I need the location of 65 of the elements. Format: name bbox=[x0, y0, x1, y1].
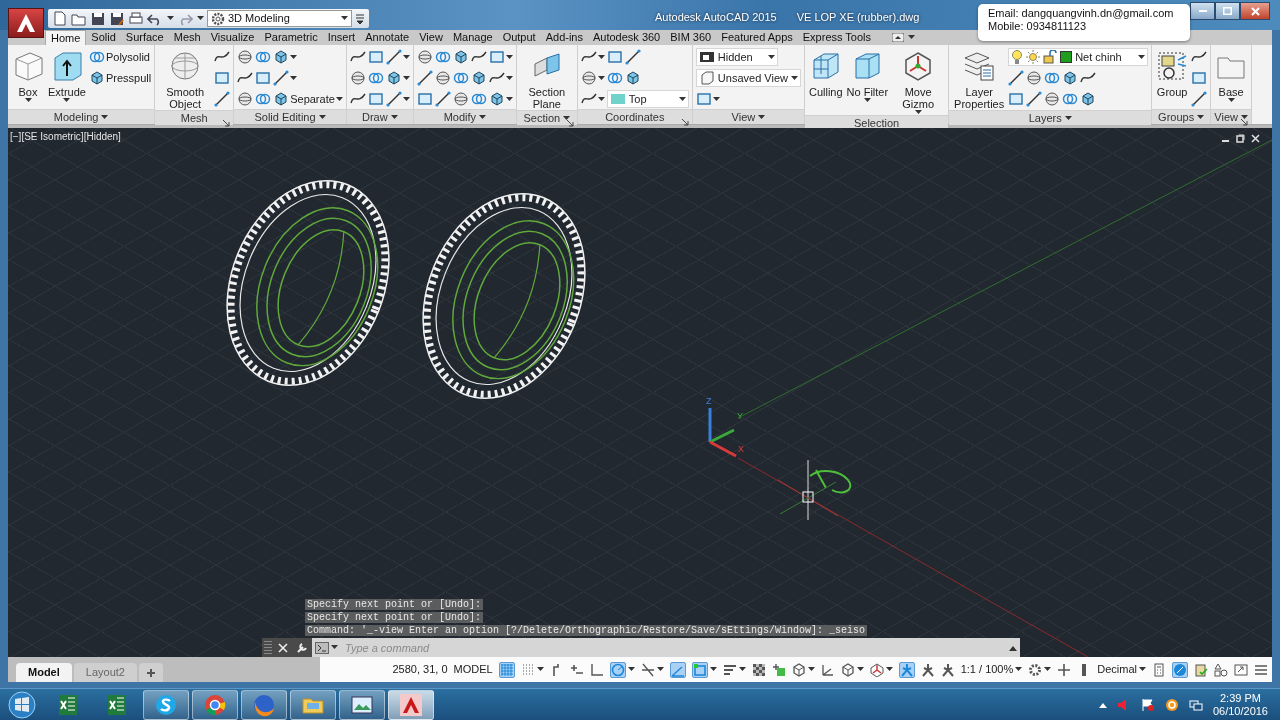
ribbon-tab[interactable]: Parametric bbox=[259, 30, 323, 45]
model-space-button[interactable]: MODEL bbox=[453, 664, 493, 675]
panel-title[interactable]: Coordinates bbox=[605, 108, 665, 126]
layout-tab[interactable]: Layout2 bbox=[73, 663, 137, 682]
axis-label: Z bbox=[706, 396, 712, 406]
panel-title[interactable]: View bbox=[731, 108, 756, 126]
panel-title[interactable]: View bbox=[1214, 108, 1238, 126]
ribbon-tab[interactable]: BIM 360 bbox=[665, 30, 717, 45]
tool-button[interactable]: Polysolid bbox=[88, 48, 150, 66]
ribbon-tab[interactable]: Autodesk 360 bbox=[587, 30, 666, 45]
panel-title[interactable]: Solid Editing bbox=[254, 108, 316, 126]
ribbon-button[interactable]: Base bbox=[1214, 48, 1249, 109]
ribbon-button[interactable]: Move Gizmo bbox=[891, 48, 946, 115]
ribbon-tab[interactable]: Solid bbox=[86, 30, 121, 45]
panel-title[interactable]: Section bbox=[523, 109, 561, 127]
layer-dropdown[interactable]: Net chinh bbox=[1008, 48, 1149, 66]
ribbon-tab[interactable]: Express Tools bbox=[797, 30, 877, 45]
ribbon-button[interactable]: Group bbox=[1155, 48, 1190, 109]
tooltip-text: Mobile: 0934811123 bbox=[988, 20, 1088, 33]
tool-button[interactable]: Presspull bbox=[88, 69, 152, 87]
viewport-control[interactable]: [−] bbox=[10, 132, 22, 142]
ribbon-button[interactable]: Section Plane bbox=[519, 48, 574, 110]
coordinates-readout: 2580, 31, 0 bbox=[392, 662, 448, 678]
view-dropdown[interactable]: Unsaved View bbox=[695, 69, 801, 87]
tooltip-text: Email: dangquangvinh.dn@gmail.com bbox=[988, 7, 1175, 20]
viewport-control[interactable]: [SE Isometric] bbox=[21, 132, 84, 142]
ribbon-tab[interactable]: Add-ins bbox=[540, 30, 588, 45]
panel-title[interactable]: Layers bbox=[1028, 109, 1062, 127]
axis-label: X bbox=[738, 444, 744, 454]
status-button[interactable]: Decimal bbox=[1097, 664, 1137, 675]
status-button[interactable]: 1:1 / 100% bbox=[960, 664, 1014, 675]
ribbon-button[interactable]: Box bbox=[11, 48, 45, 109]
ribbon-button[interactable]: No Filter bbox=[845, 48, 890, 115]
panel-title[interactable]: Groups bbox=[1158, 108, 1195, 126]
ribbon-button[interactable]: Extrude bbox=[47, 48, 87, 109]
panel-title[interactable]: Mesh bbox=[180, 109, 208, 127]
ribbon-button[interactable]: Culling bbox=[807, 48, 844, 115]
panel-title[interactable]: Draw bbox=[362, 108, 388, 126]
document-name: VE LOP XE (rubber).dwg bbox=[796, 10, 920, 25]
ribbon-button[interactable]: Layer Properties bbox=[952, 48, 1007, 110]
command-input[interactable]: Type a command bbox=[341, 638, 1006, 657]
view-dropdown[interactable]: Hidden bbox=[695, 48, 778, 66]
ribbon-tab[interactable]: Visualize bbox=[205, 30, 260, 45]
layout-tab[interactable]: Model bbox=[16, 663, 72, 682]
window-title: Autodesk AutoCAD 2015 bbox=[655, 10, 777, 25]
ribbon-tab[interactable]: Mesh bbox=[168, 30, 206, 45]
panel-title[interactable]: Modify bbox=[443, 108, 477, 126]
clock-time: 2:39 PM bbox=[1220, 691, 1261, 705]
axis-label: Y bbox=[737, 411, 743, 421]
ribbon-tab[interactable]: Manage bbox=[447, 30, 498, 45]
tool-button[interactable]: Separate bbox=[273, 90, 343, 108]
ribbon-tab[interactable]: Home bbox=[45, 30, 87, 45]
view-dropdown[interactable]: Top bbox=[606, 90, 689, 108]
panel-title[interactable]: Selection bbox=[853, 114, 900, 132]
ribbon-tab[interactable]: View bbox=[414, 30, 448, 45]
viewport-control[interactable]: [Hidden] bbox=[83, 132, 121, 142]
panel-title[interactable]: Modeling bbox=[53, 108, 99, 126]
ribbon-tab[interactable]: Surface bbox=[120, 30, 169, 45]
clock-date: 06/10/2016 bbox=[1212, 704, 1268, 718]
ribbon-button[interactable]: Smooth Object bbox=[158, 48, 213, 110]
ribbon-tab[interactable]: Featured Apps bbox=[716, 30, 798, 45]
ribbon-tab[interactable]: Output bbox=[497, 30, 541, 45]
ribbon-tab[interactable]: Insert bbox=[322, 30, 361, 45]
workspace-dropdown[interactable]: 3D Modeling bbox=[207, 10, 352, 27]
ribbon-tab[interactable]: Annotate bbox=[360, 30, 415, 45]
